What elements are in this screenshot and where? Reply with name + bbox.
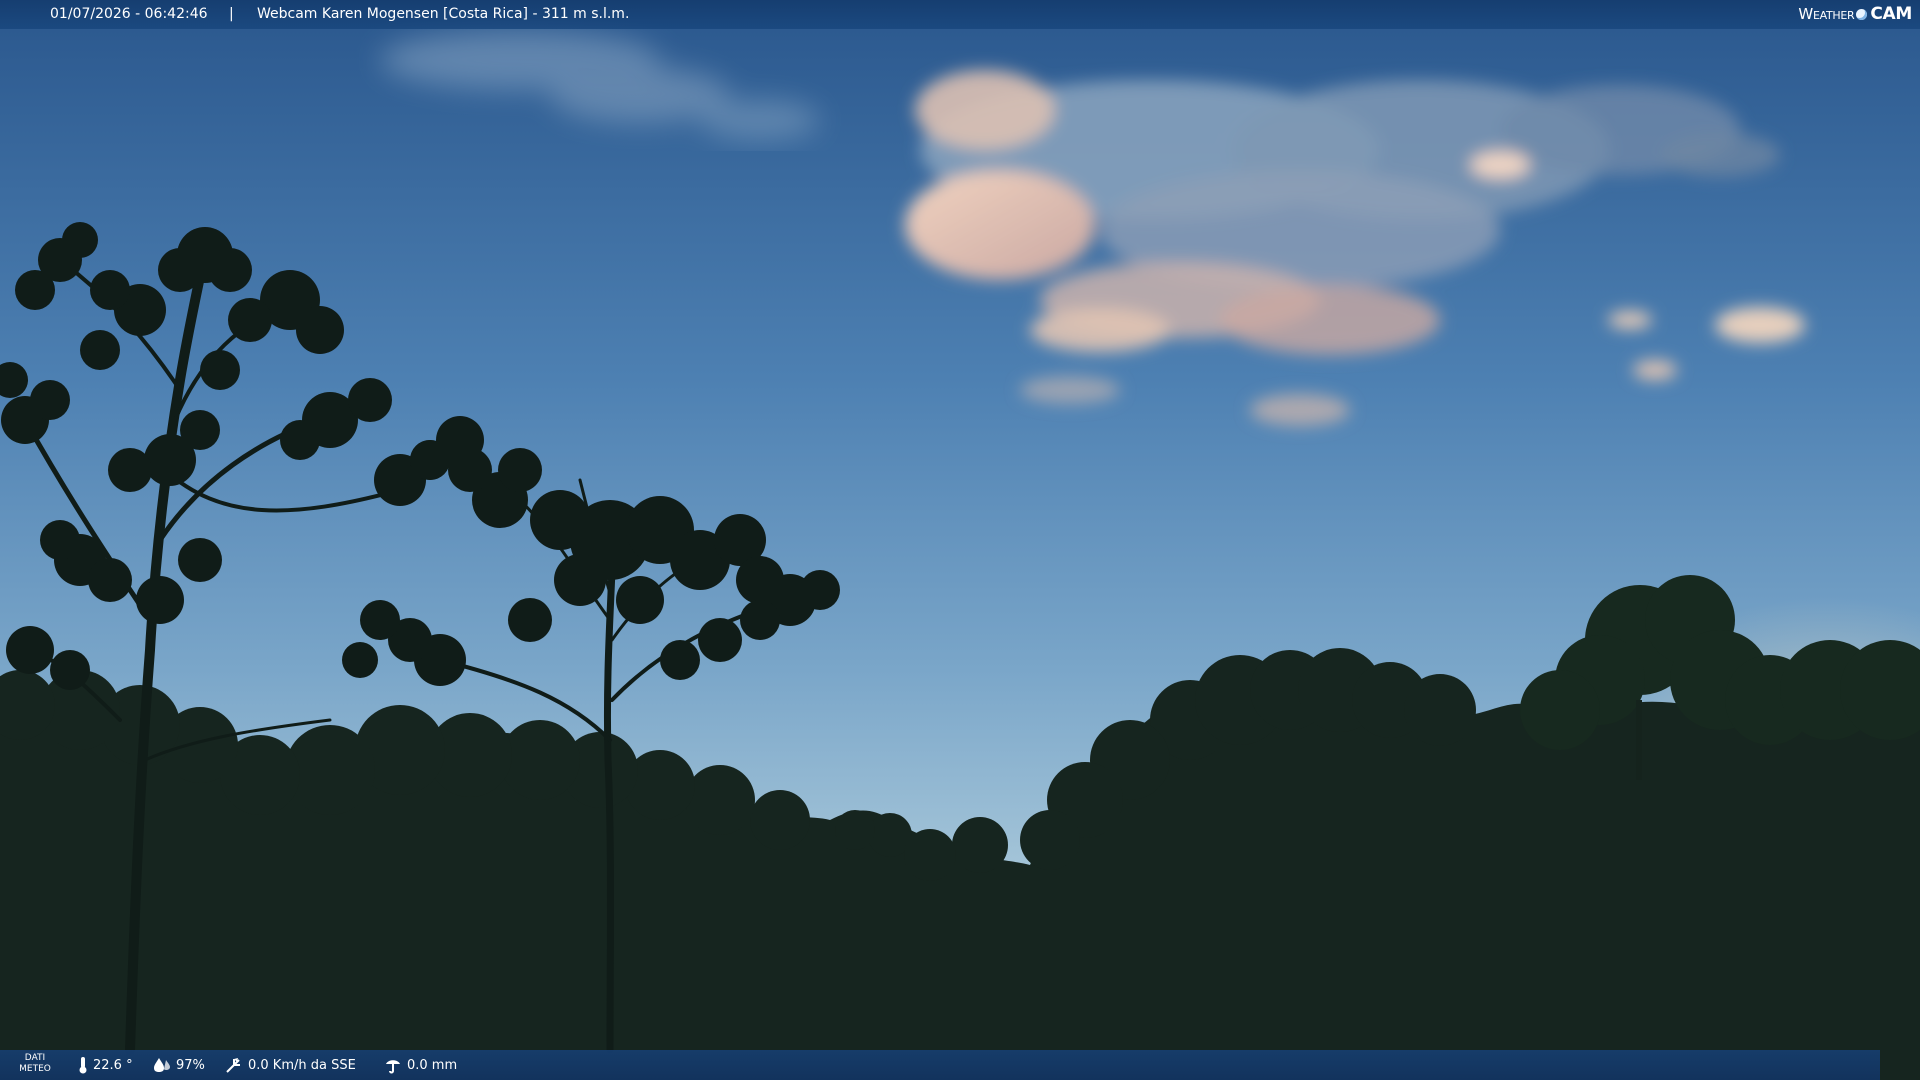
logo-mark: CAM xyxy=(1870,4,1912,24)
webcam-scene xyxy=(0,0,1920,1080)
meteo-label-line1: DATI xyxy=(24,1053,46,1063)
thermometer-icon xyxy=(79,1057,87,1074)
rain-value: 0.0 mm xyxy=(407,1057,458,1073)
timestamp: 01/07/2026 - 06:42:46 xyxy=(50,6,208,22)
temperature-value: 22.6 ° xyxy=(93,1057,133,1073)
camera-label: Webcam Karen Mogensen [Costa Rica] - 311… xyxy=(257,6,630,22)
weathercam-logo: Weather CAM xyxy=(1798,3,1912,25)
wind-icon xyxy=(226,1058,240,1073)
logo-dot-icon xyxy=(1856,8,1868,20)
logo-word: Weather xyxy=(1798,5,1855,23)
wind-reading: 0.0 Km/h da SSE xyxy=(225,1050,356,1080)
rain-reading: 0.0 mm xyxy=(384,1050,457,1080)
rain-gauge-icon xyxy=(386,1060,400,1074)
wind-value: 0.0 Km/h da SSE xyxy=(248,1057,356,1073)
temperature-reading: 22.6 ° xyxy=(78,1050,133,1080)
separator: | xyxy=(229,6,234,22)
meteo-label-line2: METEO xyxy=(19,1064,51,1074)
humidity-reading: 97% xyxy=(153,1050,205,1080)
webcam-frame: 01/07/2026 - 06:42:46 | Webcam Karen Mog… xyxy=(0,0,1920,1080)
humidity-value: 97% xyxy=(176,1057,205,1073)
meteo-label: DATI METEO xyxy=(14,1053,56,1075)
humidity-icon xyxy=(154,1058,170,1072)
meteo-bar: DATI METEO 22.6 ° 97% 0.0 Km/h da SSE 0.… xyxy=(0,1050,1880,1080)
top-info-bar: 01/07/2026 - 06:42:46 | Webcam Karen Mog… xyxy=(0,0,1920,29)
